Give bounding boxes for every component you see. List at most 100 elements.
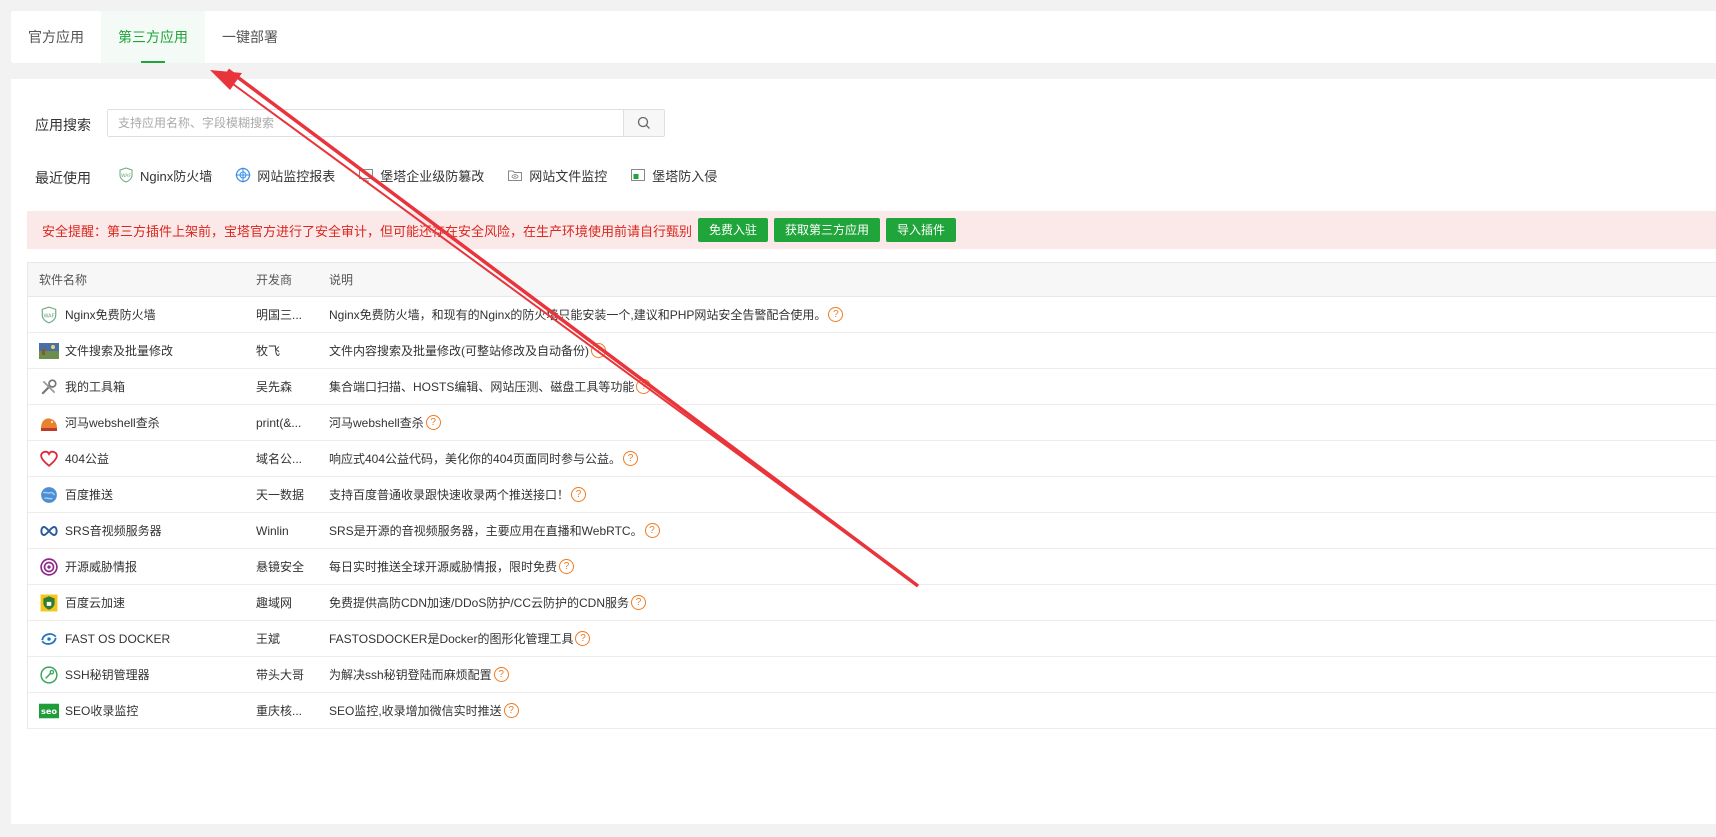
table-row[interactable]: 百度推送 天一数据 支持百度普通收录跟快速收录两个推送接口！? [28, 477, 1716, 513]
tab-label: 第三方应用 [118, 29, 188, 45]
app-developer: 域名公... [256, 452, 303, 466]
import-plugin-button[interactable]: 导入插件 [886, 218, 957, 242]
search-button[interactable] [623, 110, 664, 136]
app-description: 响应式404公益代码，美化你的404页面同时参与公益。 [329, 452, 622, 466]
table-row[interactable]: SSH秘钥管理器 带头大哥 为解决ssh秘钥登陆而麻烦配置? [28, 657, 1716, 693]
app-developer: Winlin [256, 523, 289, 538]
recent-item-intrusion-prevention[interactable]: 堡塔防入侵 [629, 164, 717, 186]
globe-icon [39, 485, 59, 505]
crosshair-globe-icon [234, 166, 252, 184]
recent-item-label: 网站监控报表 [257, 168, 336, 184]
app-description: 支持百度普通收录跟快速收录两个推送接口！ [329, 488, 570, 502]
svg-text:WAF: WAF [43, 313, 54, 319]
table-row[interactable]: 文件搜索及批量修改 牧飞 文件内容搜索及批量修改(可整站修改及自动备份)? [28, 333, 1716, 369]
app-name: 百度推送 [65, 488, 114, 502]
app-description: SRS是开源的音视频服务器，主要应用在直播和WebRTC。 [329, 524, 643, 538]
help-icon[interactable]: ? [644, 523, 660, 538]
alert-text: 安全提醒：第三方插件上架前，宝塔官方进行了安全审计，但可能还存在安全风险，在生产… [42, 223, 693, 239]
waf-shield-icon: WAF [117, 166, 135, 184]
infinity-icon [39, 521, 59, 541]
docker-swirl-icon [39, 629, 59, 649]
help-icon[interactable]: ? [631, 595, 647, 610]
help-icon[interactable]: ? [636, 379, 652, 394]
table-row[interactable]: 百度云加速 趣域网 免费提供高防CDN加速/DDoS防护/CC云防护的CDN服务… [28, 585, 1716, 621]
tab-official-apps[interactable]: 官方应用 [11, 11, 101, 63]
recent-list: WAF Nginx防火墙 网站监控报表 堡塔企业级防篡改 网站文件监控 堡塔防入… [117, 164, 739, 186]
col-header-developer: 开发商 [256, 273, 293, 287]
search-label: 应用搜索 [35, 117, 91, 133]
recent-item-site-monitor[interactable]: 网站监控报表 [234, 164, 335, 186]
app-description: Nginx免费防火墙，和现有的Nginx的防火墙只能安装一个,建议和PHP网站安… [329, 308, 827, 322]
help-icon[interactable]: ? [828, 307, 844, 322]
svg-text:WAF: WAF [121, 173, 131, 179]
app-name: 文件搜索及批量修改 [65, 344, 174, 358]
tab-bar: 官方应用 第三方应用 一键部署 [11, 11, 1716, 63]
waf-shield-icon: WAF [39, 305, 59, 325]
help-icon[interactable]: ? [503, 703, 519, 718]
help-icon[interactable]: ? [493, 667, 509, 682]
recent-item-label: 堡塔防入侵 [652, 168, 718, 184]
folder-eye-icon [506, 166, 524, 184]
recent-item-nginx-firewall[interactable]: WAF Nginx防火墙 [117, 164, 212, 186]
recent-item-file-monitor[interactable]: 网站文件监控 [506, 164, 607, 186]
table-row[interactable]: WAF Nginx免费防火墙 明国三... Nginx免费防火墙，和现有的Ngin… [28, 297, 1716, 333]
app-description: 河马webshell查杀 [329, 416, 424, 430]
search-box [107, 109, 665, 137]
active-tab-underline [141, 61, 165, 63]
app-name: 百度云加速 [65, 596, 126, 610]
table-row[interactable]: 404公益 域名公... 响应式404公益代码，美化你的404页面同时参与公益。… [28, 441, 1716, 477]
help-icon[interactable]: ? [575, 631, 591, 646]
monitor-icon [357, 166, 375, 184]
app-name: 开源威胁情报 [65, 560, 138, 574]
tools-icon [39, 377, 59, 397]
help-icon[interactable]: ? [425, 415, 441, 430]
app-developer: 天一数据 [256, 488, 305, 502]
shield-lock-icon [39, 593, 59, 613]
app-description: 文件内容搜索及批量修改(可整站修改及自动备份) [329, 344, 589, 358]
security-alert: 安全提醒：第三方插件上架前，宝塔官方进行了安全审计，但可能还存在安全风险，在生产… [27, 211, 1716, 249]
app-name: SSH秘钥管理器 [65, 668, 150, 682]
terminal-shield-icon [629, 166, 647, 184]
app-developer: 重庆核... [256, 704, 303, 718]
get-third-party-apps-button[interactable]: 获取第三方应用 [774, 218, 881, 242]
recent-item-label: Nginx防火墙 [140, 168, 213, 184]
svg-text:seo: seo [41, 706, 57, 716]
app-name: 404公益 [65, 452, 110, 466]
recent-item-tamper-proof[interactable]: 堡塔企业级防篡改 [357, 164, 484, 186]
landscape-image-icon [39, 341, 59, 361]
app-developer: 趣域网 [256, 596, 293, 610]
app-developer: 牧飞 [256, 344, 281, 358]
table-row[interactable]: 我的工具箱 吴先森 集合端口扫描、HOSTS编辑、网站压测、磁盘工具等功能? [28, 369, 1716, 405]
app-description: 集合端口扫描、HOSTS编辑、网站压测、磁盘工具等功能 [329, 380, 635, 394]
recent-item-label: 网站文件监控 [529, 168, 608, 184]
app-table: 软件名称 开发商 说明 WAF Nginx免费防火墙 明国三... Nginx免费… [27, 262, 1716, 729]
search-input[interactable] [108, 110, 623, 136]
app-developer: 吴先森 [256, 380, 293, 394]
help-icon[interactable]: ? [559, 559, 575, 574]
free-join-button[interactable]: 免费入驻 [698, 218, 769, 242]
recent-label: 最近使用 [35, 170, 91, 186]
app-description: 为解决ssh秘钥登陆而麻烦配置 [329, 668, 492, 682]
app-developer: 王斌 [256, 632, 281, 646]
heart-icon [39, 449, 59, 469]
help-icon[interactable]: ? [623, 451, 639, 466]
table-row[interactable]: seo SEO收录监控 重庆核... SEO监控,收录增加微信实时推送? [28, 693, 1716, 729]
app-description: 每日实时推送全球开源威胁情报，限时免费 [329, 560, 558, 574]
app-name: 我的工具箱 [65, 380, 126, 394]
col-header-name: 软件名称 [39, 273, 88, 287]
table-row[interactable]: SRS音视频服务器 Winlin SRS是开源的音视频服务器，主要应用在直播和W… [28, 513, 1716, 549]
help-icon[interactable]: ? [571, 487, 587, 502]
table-header: 软件名称 开发商 说明 [28, 263, 1716, 297]
table-row[interactable]: 河马webshell查杀 print(&... 河马webshell查杀? [28, 405, 1716, 441]
help-icon[interactable]: ? [591, 343, 606, 358]
radar-icon [39, 557, 59, 577]
tab-third-party-apps[interactable]: 第三方应用 [101, 11, 205, 63]
seo-icon: seo [39, 701, 59, 721]
table-row[interactable]: FAST OS DOCKER 王斌 FASTOSDOCKER是Docker的图形… [28, 621, 1716, 657]
table-row[interactable]: 开源威胁情报 悬镜安全 每日实时推送全球开源威胁情报，限时免费? [28, 549, 1716, 585]
tab-one-click-deploy[interactable]: 一键部署 [205, 11, 295, 63]
app-developer: 带头大哥 [256, 668, 305, 682]
app-developer: 悬镜安全 [256, 560, 305, 574]
search-icon [637, 116, 650, 129]
recent-item-label: 堡塔企业级防篡改 [380, 168, 485, 184]
